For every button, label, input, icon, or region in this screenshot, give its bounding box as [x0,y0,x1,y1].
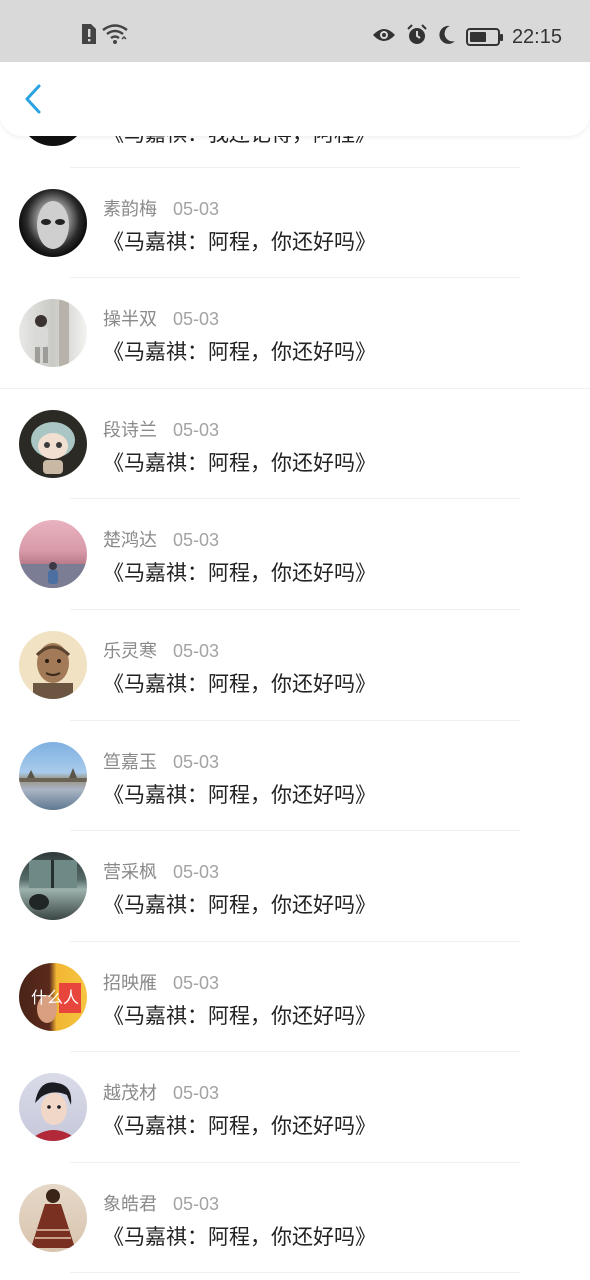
battery-icon [465,28,503,46]
post-date: 05-03 [173,309,220,329]
post-date: 05-03 [173,641,220,661]
list-item-title[interactable]: 《马嘉祺：阿程，你还好吗》 [103,1110,376,1140]
list-item-title[interactable]: 《马嘉祺：阿程，你还好吗》 [103,557,376,587]
dress-avatar [19,1184,87,1252]
username[interactable]: 楚鸿达 [103,526,157,552]
eye-icon [372,27,396,47]
back-button[interactable] [18,84,48,118]
list-item[interactable]: 操半双 05-03 《马嘉祺：阿程，你还好吗》 [0,278,590,388]
list-item[interactable]: 营采枫 05-03 《马嘉祺：阿程，你还好吗》 [0,831,590,941]
top-nav-bar [0,62,590,136]
dark-window-avatar [19,852,87,920]
list-item-title[interactable]: 《马嘉祺：阿程，你还好吗》 [103,226,376,256]
divider [70,1272,520,1273]
mask-avatar [19,189,87,257]
username[interactable]: 乐灵寒 [103,637,157,663]
post-date: 05-03 [173,1083,220,1103]
list-item-title[interactable]: 《马嘉祺：阿程，你还好吗》 [103,668,376,698]
username[interactable]: 操半双 [103,305,157,331]
list-item[interactable]: 素韵梅 05-03 《马嘉祺：阿程，你还好吗》 [0,168,590,278]
username[interactable]: 越茂材 [103,1079,157,1105]
post-date: 05-03 [173,862,220,882]
post-date: 05-03 [173,752,220,772]
post-date: 05-03 [173,1194,220,1214]
list-item[interactable]: 什么人 招映雁 05-03 《马嘉祺：阿程，你还好吗》 [0,942,590,1052]
list-item[interactable]: 乐灵寒 05-03 《马嘉祺：阿程，你还好吗》 [0,610,590,720]
post-date: 05-03 [173,973,220,993]
list-item-title[interactable]: 《马嘉祺：阿程，你还好吗》 [103,889,376,919]
status-bar: 22:15 [0,0,590,62]
message-list[interactable]: 《马嘉祺：我还记得，阿程》 素韵梅 05-03 《马嘉祺：阿程，你还好吗》 [0,0,590,1280]
list-item-title[interactable]: 《马嘉祺：阿程，你还好吗》 [103,447,376,477]
username[interactable]: 象皓君 [103,1190,157,1216]
alarm-icon [406,24,428,50]
wifi-icon [102,24,128,48]
svg-text:什么人: 什么人 [31,988,79,1007]
username[interactable]: 素韵梅 [103,195,157,221]
yellow-portrait-avatar: 什么人 [19,963,87,1031]
pink-sky-avatar [19,520,87,588]
list-item[interactable]: 越茂材 05-03 《马嘉祺：阿程，你还好吗》 [0,1052,590,1162]
list-item-title[interactable]: 《马嘉祺：阿程，你还好吗》 [103,1000,376,1030]
lake-avatar [19,742,87,810]
post-date: 05-03 [173,530,220,550]
list-item[interactable]: 段诗兰 05-03 《马嘉祺：阿程，你还好吗》 [0,389,590,499]
sim-alert-icon [80,24,96,48]
list-item[interactable]: 楚鸿达 05-03 《马嘉祺：阿程，你还好吗》 [0,499,590,609]
person-wall-avatar [19,299,87,367]
list-item-title[interactable]: 《马嘉祺：阿程，你还好吗》 [103,779,376,809]
list-item-title[interactable]: 《马嘉祺：阿程，你还好吗》 [103,336,376,366]
chevron-left-icon [24,84,42,118]
list-item[interactable]: 象皓君 05-03 《马嘉祺：阿程，你还好吗》 [0,1163,590,1273]
moon-icon [438,25,456,49]
status-time: 22:15 [511,25,562,48]
post-date: 05-03 [173,199,220,219]
username[interactable]: 营采枫 [103,858,157,884]
list-item[interactable]: 笪嘉玉 05-03 《马嘉祺：阿程，你还好吗》 [0,721,590,831]
username[interactable]: 招映雁 [103,969,157,995]
doll-avatar [19,410,87,478]
username[interactable]: 笪嘉玉 [103,748,157,774]
old-man-avatar [19,631,87,699]
young-man-avatar [19,1073,87,1141]
post-date: 05-03 [173,420,220,440]
list-item-title[interactable]: 《马嘉祺：阿程，你还好吗》 [103,1221,376,1251]
username[interactable]: 段诗兰 [103,416,157,442]
